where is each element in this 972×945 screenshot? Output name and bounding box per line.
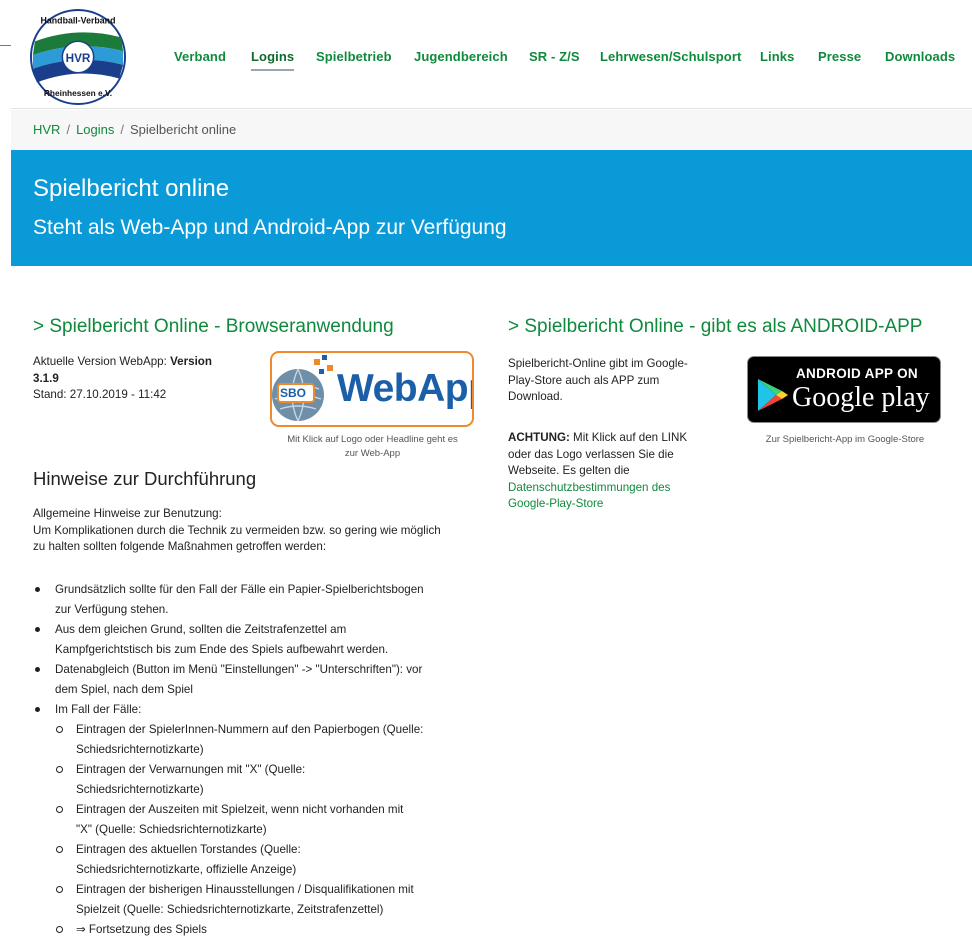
version-info: Aktuelle Version WebApp: Version 3.1.9 S… bbox=[33, 354, 263, 404]
webapp-logo-link[interactable]: SBO WebApp bbox=[270, 351, 474, 427]
breadcrumb-logins[interactable]: Logins bbox=[76, 122, 114, 137]
webapp-logo-sbo: SBO bbox=[280, 386, 307, 400]
google-play-caption: Zur Spielbericht-App im Google-Store bbox=[765, 434, 925, 445]
webapp-logo-caption: Mit Klick auf Logo oder Headline geht es… bbox=[287, 434, 458, 459]
notes-intro-line: Um Komplikationen durch die Technik zu v… bbox=[33, 523, 441, 537]
nav-item-logins[interactable]: Logins bbox=[251, 49, 295, 71]
webapp-heading-link[interactable]: > Spielbericht Online - Browseranwendung bbox=[33, 316, 394, 338]
sub-list-item: Eintragen der Auszeiten mit Spielzeit, w… bbox=[56, 800, 475, 840]
list-item: Datenabgleich (Button im Menü "Einstellu… bbox=[35, 660, 475, 700]
breadcrumb-bar: HVR / Logins / Spielbericht online bbox=[11, 110, 972, 150]
nav-item-spielbetrieb[interactable]: Spielbetrieb bbox=[316, 49, 392, 64]
nav-item-downloads[interactable]: Downloads bbox=[885, 49, 955, 64]
nav-item-sr-zs[interactable]: SR - Z/S bbox=[529, 49, 580, 64]
version-date: Stand: 27.10.2019 - 11:42 bbox=[33, 388, 167, 401]
notes-intro-line: Allgemeine Hinweise zur Benutzung: bbox=[33, 507, 222, 520]
badge-bottom-text: Google play bbox=[792, 382, 930, 413]
sub-list-item: Eintragen der Verwarnungen mit "X" (Quel… bbox=[56, 760, 475, 800]
breadcrumb-current: Spielbericht online bbox=[130, 122, 237, 137]
nav-item-jugendbereich[interactable]: Jugendbereich bbox=[414, 49, 508, 64]
android-heading-link[interactable]: > Spielbericht Online - gibt es als ANDR… bbox=[508, 316, 922, 338]
android-warning: ACHTUNG: Mit Klick auf den LINK oder das… bbox=[508, 430, 728, 513]
main-nav: Verband Logins Spielbetrieb Jugendbereic… bbox=[11, 49, 972, 79]
sub-list-item: Eintragen der bisherigen Hinausstellunge… bbox=[56, 880, 475, 920]
version-number: 3.1.9 bbox=[33, 371, 59, 385]
sub-list-item: Eintragen des aktuellen Torstandes (Quel… bbox=[56, 840, 475, 880]
nav-item-presse[interactable]: Presse bbox=[818, 49, 861, 64]
hinweise-list: Grundsätzlich sollte für den Fall der Fä… bbox=[35, 580, 475, 940]
breadcrumb-separator: / bbox=[66, 122, 71, 137]
android-intro: Spielbericht-Online gibt im Google- Play… bbox=[508, 357, 688, 403]
breadcrumb-hvr[interactable]: HVR bbox=[33, 122, 60, 137]
privacy-link[interactable]: Datenschutzbestimmungen des bbox=[508, 480, 728, 497]
page-subtitle: Steht als Web-App und Android-App zur Ve… bbox=[33, 216, 507, 239]
webapp-logo-text: WebApp bbox=[337, 367, 472, 410]
version-label: Aktuelle Version WebApp: bbox=[33, 355, 171, 368]
nav-item-verband[interactable]: Verband bbox=[174, 49, 226, 64]
logo-top-text: Handball-Verband bbox=[41, 16, 116, 26]
breadcrumb: HVR / Logins / Spielbericht online bbox=[33, 122, 236, 137]
nav-item-links[interactable]: Links bbox=[760, 49, 794, 64]
list-item: Grundsätzlich sollte für den Fall der Fä… bbox=[35, 580, 475, 620]
google-play-badge[interactable]: ANDROID APP ON Google play bbox=[747, 356, 941, 423]
badge-top-text: ANDROID APP ON bbox=[796, 366, 918, 381]
privacy-link[interactable]: Google-Play-Store bbox=[508, 496, 728, 513]
hinweise-heading: Hinweise zur Durchführung bbox=[33, 468, 257, 489]
site-header: HVR Handball-Verband Rheinhessen e.V. Ve… bbox=[11, 6, 972, 109]
list-item: Aus dem gleichen Grund, sollten die Zeit… bbox=[35, 620, 475, 660]
breadcrumb-separator: / bbox=[120, 122, 125, 137]
general-notes: Allgemeine Hinweise zur Benutzung: Um Ko… bbox=[33, 506, 493, 556]
nav-item-lehrwesen[interactable]: Lehrwesen/Schulsport bbox=[600, 49, 741, 64]
logo-bottom-text: Rheinhessen e.V. bbox=[44, 88, 112, 98]
hero-banner: Spielbericht online Steht als Web-App un… bbox=[11, 150, 972, 266]
page-title: Spielbericht online bbox=[33, 175, 230, 202]
sub-list: Eintragen der SpielerInnen-Nummern auf d… bbox=[56, 720, 475, 940]
version-bold: Version bbox=[170, 355, 212, 368]
warning-label: ACHTUNG: bbox=[508, 431, 570, 444]
play-icon bbox=[758, 379, 788, 411]
list-item: Im Fall der Fälle: Eintragen der Spieler… bbox=[35, 700, 475, 940]
sub-list-item: Eintragen der SpielerInnen-Nummern auf d… bbox=[56, 720, 475, 760]
notes-intro-line: zu halten sollten folgende Maßnahmen get… bbox=[33, 540, 327, 553]
sub-list-item: ⇒ Fortsetzung des Spiels bbox=[56, 920, 475, 940]
